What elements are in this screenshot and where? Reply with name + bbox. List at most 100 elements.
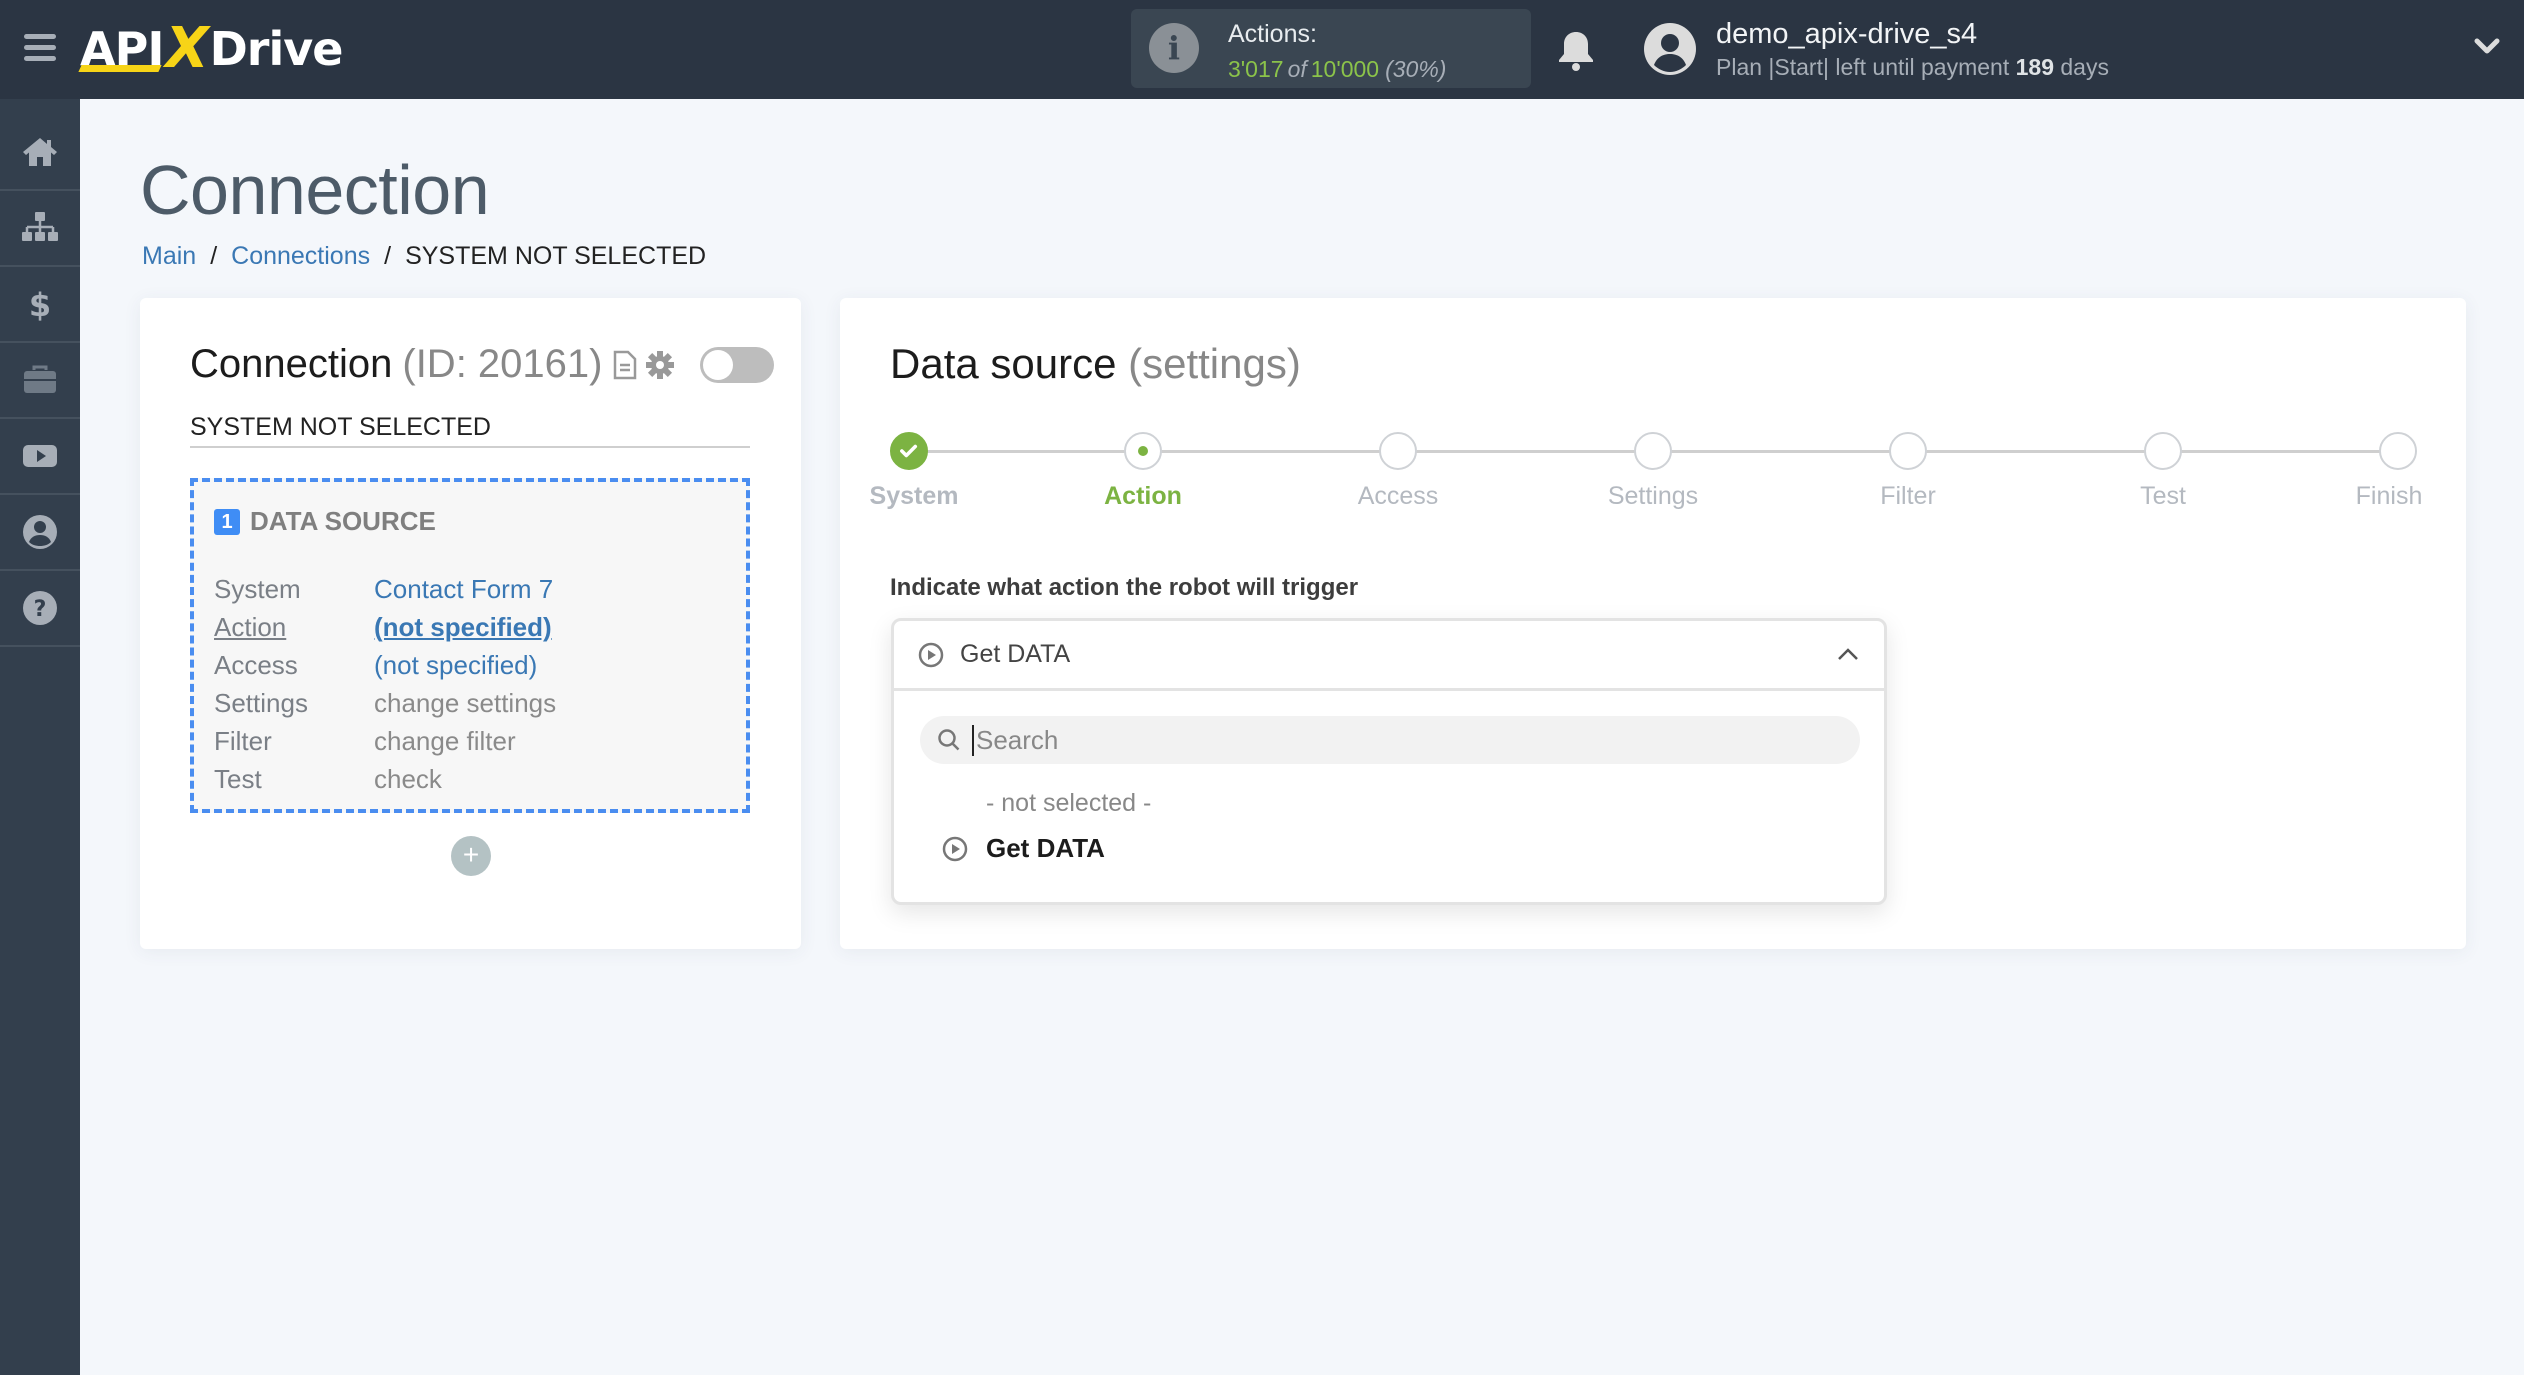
row-value-filter[interactable]: change filter xyxy=(374,726,516,757)
breadcrumb-main[interactable]: Main xyxy=(142,242,196,271)
row-value-access[interactable]: (not specified) xyxy=(374,650,537,681)
apix-drive-logo[interactable]: API X Drive xyxy=(78,14,344,84)
step-circle xyxy=(2144,432,2182,470)
step-active-circle xyxy=(1124,432,1162,470)
actions-value: 3'017 of 10'000 (30%) xyxy=(1228,56,1446,83)
row-key[interactable]: Action xyxy=(214,612,374,643)
row-key: Access xyxy=(214,649,298,680)
dropdown-option-get-data[interactable]: Get DATA xyxy=(942,833,1105,864)
add-block-button[interactable]: + xyxy=(451,836,491,876)
briefcase-icon xyxy=(24,365,56,393)
step-settings[interactable]: Settings xyxy=(1608,432,1698,510)
step-circle xyxy=(1634,432,1672,470)
data-source-row-settings: Settings change settings xyxy=(214,684,556,722)
play-circle-icon xyxy=(918,642,944,667)
step-action[interactable]: Action xyxy=(1104,432,1182,510)
menu-toggle-icon[interactable] xyxy=(24,34,56,62)
step-label: Test xyxy=(2140,482,2186,510)
play-circle-icon xyxy=(942,836,968,861)
breadcrumb-connections[interactable]: Connections xyxy=(231,242,370,271)
home-icon xyxy=(23,138,57,166)
row-value-action[interactable]: (not specified) xyxy=(374,612,552,643)
data-source-row-access: Access (not specified) xyxy=(214,646,556,684)
dollar-icon: $ xyxy=(29,286,51,324)
step-label: Action xyxy=(1104,482,1182,510)
top-bar: API X Drive i Actions: 3'017 of 10'000 (30%… xyxy=(0,0,2524,99)
sitemap-icon xyxy=(22,212,58,241)
data-source-block[interactable]: 1 DATA SOURCE System Contact Form 7 Acti… xyxy=(190,478,750,813)
chevron-down-icon[interactable] xyxy=(2474,36,2500,56)
page-title: Connection xyxy=(140,151,490,229)
document-icon[interactable] xyxy=(612,350,638,380)
step-filter[interactable]: Filter xyxy=(1880,432,1936,510)
step-system[interactable]: System xyxy=(870,432,958,510)
data-source-settings-card: Data source (settings) System Action Acc… xyxy=(840,298,2466,949)
sidebar: $ ? xyxy=(0,99,80,1375)
data-source-number-badge: 1 xyxy=(214,508,240,535)
sidebar-item-help[interactable]: ? xyxy=(0,571,80,647)
chevron-up-icon[interactable] xyxy=(1836,645,1860,663)
dropdown-option-label: Get DATA xyxy=(986,833,1105,863)
sidebar-item-tools[interactable] xyxy=(0,343,80,419)
breadcrumb-separator: / xyxy=(384,242,392,270)
gear-icon[interactable] xyxy=(644,349,676,381)
dropdown-selected[interactable]: Get DATA xyxy=(894,621,1884,691)
logo-text-x: X xyxy=(165,16,208,81)
settings-title: Data source xyxy=(890,340,1117,387)
actions-percent: (30%) xyxy=(1385,56,1447,82)
settings-subtitle: (settings) xyxy=(1128,340,1301,387)
actions-usage-widget[interactable]: i Actions: 3'017 of 10'000 (30%) xyxy=(1131,9,1531,88)
step-finish[interactable]: Finish xyxy=(2356,432,2422,510)
logo-text-api: API xyxy=(80,22,164,76)
dropdown-selected-text: Get DATA xyxy=(960,640,1071,668)
step-circle xyxy=(1379,432,1417,470)
data-source-row-filter: Filter change filter xyxy=(214,722,556,760)
step-label: Access xyxy=(1357,482,1439,510)
user-avatar-icon[interactable] xyxy=(1643,22,1697,76)
user-name[interactable]: demo_apix-drive_s4 xyxy=(1716,18,1977,51)
sidebar-item-billing[interactable]: $ xyxy=(0,267,80,343)
step-done-check-icon xyxy=(890,432,928,470)
connection-system-name[interactable]: SYSTEM NOT SELECTED xyxy=(190,413,750,448)
dropdown-search xyxy=(920,716,1860,764)
row-value-settings[interactable]: change settings xyxy=(374,688,556,719)
step-circle xyxy=(2379,432,2417,470)
data-source-row-system: System Contact Form 7 xyxy=(214,570,556,608)
step-access[interactable]: Access xyxy=(1358,432,1438,510)
sidebar-item-connections[interactable] xyxy=(0,191,80,267)
connection-title: Connection xyxy=(190,342,393,386)
data-source-rows: System Contact Form 7 Action (not specif… xyxy=(214,570,556,798)
action-dropdown[interactable]: Get DATA - not selected - Get DATA xyxy=(891,618,1887,905)
breadcrumb-current: SYSTEM NOT SELECTED xyxy=(405,242,707,270)
sidebar-item-home[interactable] xyxy=(0,115,80,191)
sidebar-item-profile[interactable] xyxy=(0,495,80,571)
row-value-test[interactable]: check xyxy=(374,764,442,795)
dropdown-search-input[interactable] xyxy=(972,724,1852,756)
connection-card: Connection (ID: 20161) SYSTEM NOT SELECT… xyxy=(140,298,801,949)
action-field-label: Indicate what action the robot will trig… xyxy=(890,574,1359,601)
logo-text-drive: Drive xyxy=(209,22,344,76)
row-key: System xyxy=(214,573,301,604)
info-icon: i xyxy=(1149,23,1199,73)
connection-enable-toggle[interactable] xyxy=(700,346,775,383)
step-label: Settings xyxy=(1607,482,1699,510)
plan-prefix: Plan |Start| left until payment xyxy=(1716,54,2010,80)
help-icon: ? xyxy=(23,591,57,625)
dropdown-option-not-selected[interactable]: - not selected - xyxy=(986,789,1151,818)
data-source-header: 1 DATA SOURCE xyxy=(214,506,436,537)
step-test[interactable]: Test xyxy=(2140,432,2186,510)
logo-underline xyxy=(78,65,162,72)
row-value-system[interactable]: Contact Form 7 xyxy=(374,574,553,605)
row-key: Settings xyxy=(214,687,308,718)
plan-days-suffix: days xyxy=(2060,54,2109,80)
step-circle xyxy=(1889,432,1927,470)
sidebar-item-video[interactable] xyxy=(0,419,80,495)
bell-icon[interactable] xyxy=(1556,28,1596,72)
actions-label: Actions: xyxy=(1228,20,1317,48)
actions-total: 10'000 xyxy=(1310,56,1380,82)
breadcrumb: Main / Connections / SYSTEM NOT SELECTED xyxy=(142,242,706,271)
user-circle-icon xyxy=(23,515,57,549)
data-source-title: DATA SOURCE xyxy=(250,506,436,536)
setup-stepper: System Action Access Settings Filter Tes… xyxy=(870,432,2422,512)
user-plan-info: Plan |Start| left until payment 189 days xyxy=(1716,54,2109,81)
